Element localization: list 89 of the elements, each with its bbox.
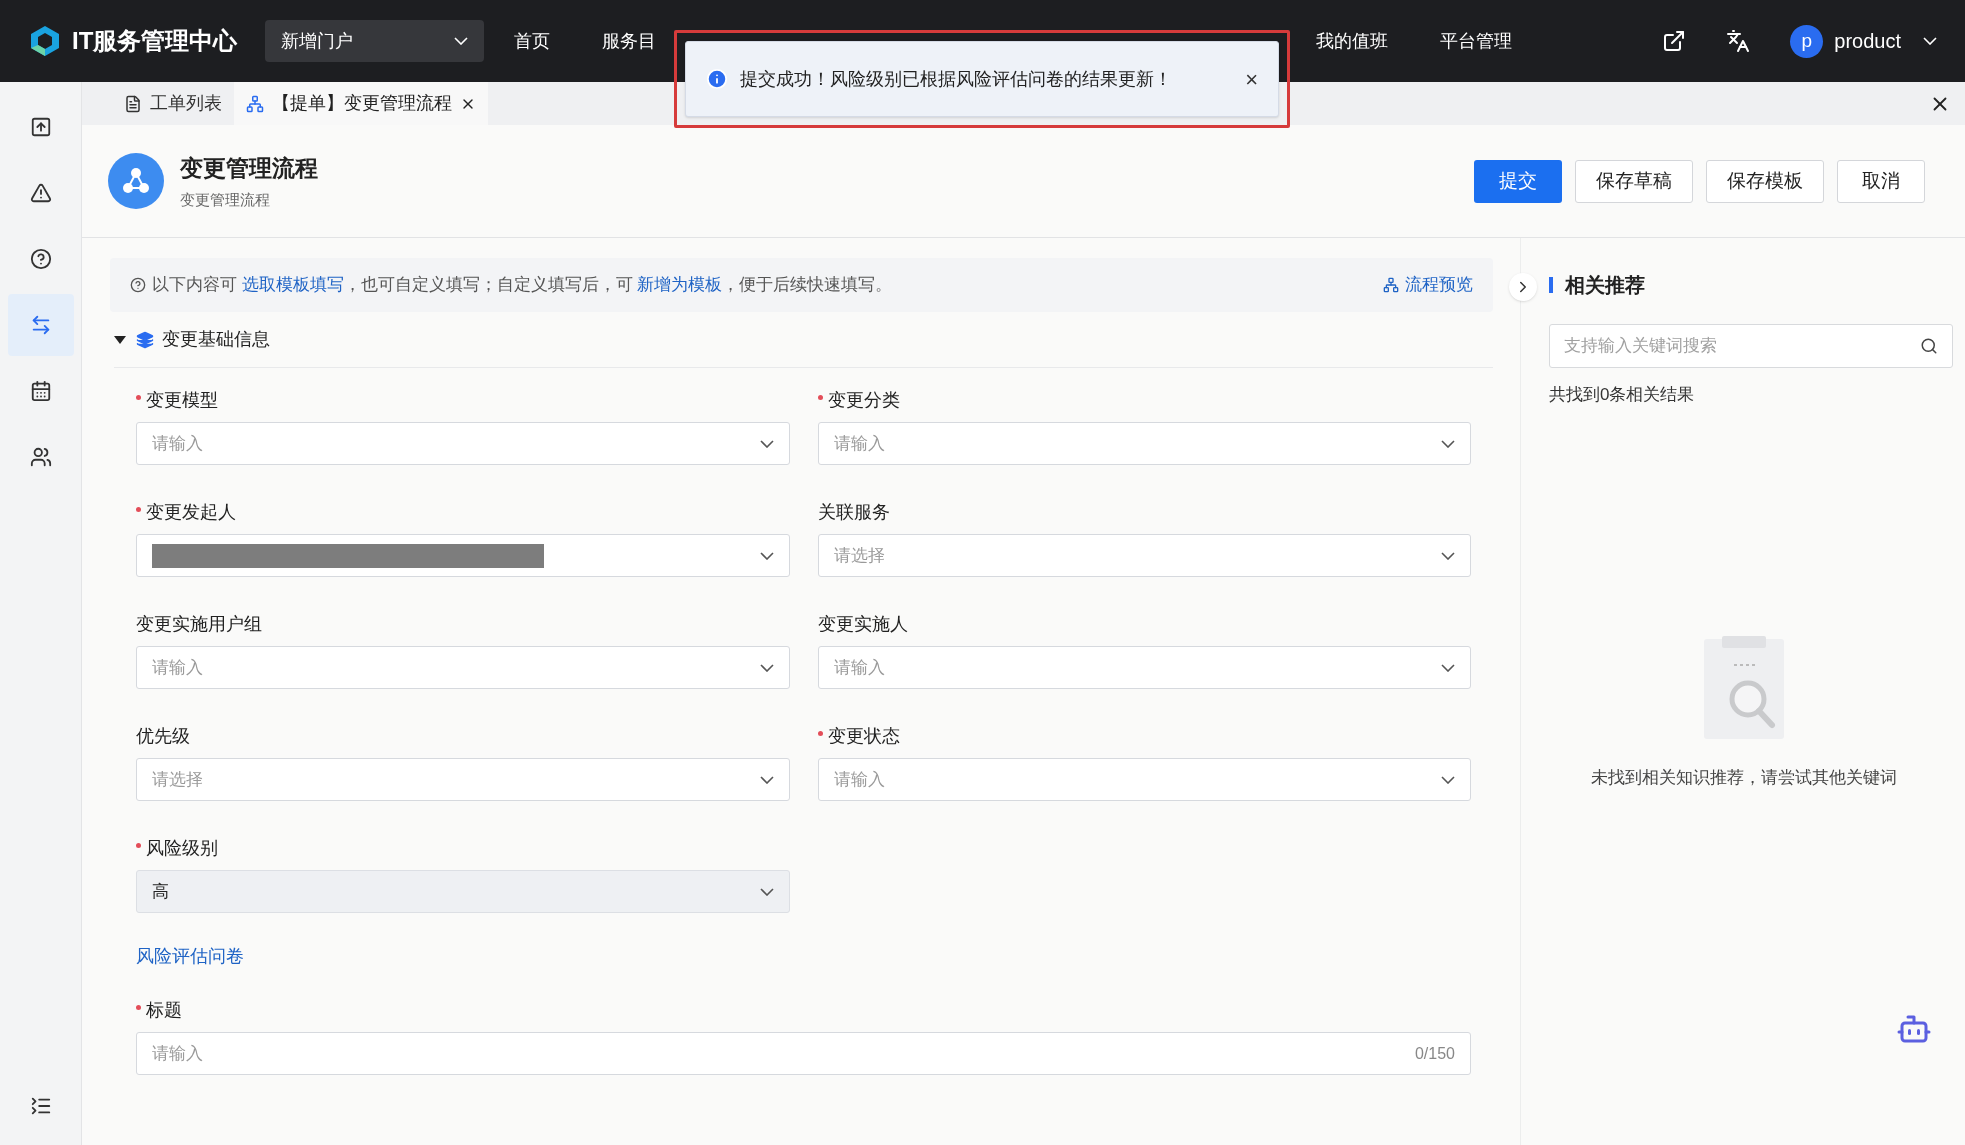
flow-icon bbox=[1383, 277, 1399, 293]
preview-link[interactable]: 流程预览 bbox=[1383, 272, 1473, 298]
calendar-icon bbox=[29, 380, 52, 402]
template-link[interactable]: 选取模板填写 bbox=[241, 275, 344, 295]
questionnaire-link[interactable]: 风险评估问卷 bbox=[136, 946, 244, 966]
page-subtitle: 变更管理流程 bbox=[180, 190, 271, 210]
action-button[interactable]: 提交 bbox=[1474, 159, 1562, 203]
close-button[interactable]: × bbox=[1245, 62, 1258, 96]
select-field[interactable]: 请输入 bbox=[817, 646, 1471, 689]
chevron-down-icon bbox=[759, 775, 774, 784]
user-avatar[interactable]: p bbox=[1790, 24, 1824, 58]
char-counter: 0/150 bbox=[1414, 1043, 1455, 1064]
action-button[interactable]: 保存模板 bbox=[1706, 159, 1824, 203]
select-field[interactable]: 请选择 bbox=[817, 534, 1471, 577]
field-label: 关联服务 bbox=[817, 500, 890, 524]
external-link-icon[interactable] bbox=[1662, 29, 1687, 53]
chevron-down-icon bbox=[759, 663, 774, 672]
help-icon bbox=[130, 277, 146, 293]
field-label: 变更分类 bbox=[827, 388, 900, 412]
select-field[interactable]: 高 bbox=[136, 870, 790, 913]
chevron-down-icon bbox=[1441, 551, 1455, 560]
search-placeholder: 支持输入关键词搜索 bbox=[1564, 335, 1717, 358]
users-icon bbox=[29, 446, 52, 468]
result-count: 共找到0条相关结果 bbox=[1549, 384, 1696, 406]
select-field[interactable] bbox=[136, 534, 790, 577]
field-label: 优先级 bbox=[136, 724, 190, 748]
document-icon bbox=[124, 94, 142, 113]
info-icon bbox=[706, 68, 728, 90]
logo-icon bbox=[28, 24, 62, 58]
field-value: 请输入 bbox=[833, 656, 885, 679]
field-label: 变更实施人 bbox=[817, 612, 908, 636]
field-label: 标题 bbox=[146, 998, 182, 1022]
field-value: 请选择 bbox=[833, 544, 885, 567]
nav-item[interactable]: 服务目 bbox=[602, 27, 657, 55]
select-field[interactable]: 请输入 bbox=[817, 422, 1471, 465]
user-name[interactable]: product bbox=[1834, 26, 1901, 56]
empty-message: 未找到相关知识推荐，请尝试其他关键词 bbox=[1591, 766, 1897, 789]
chevron-down-icon bbox=[759, 439, 774, 448]
collapse-icon[interactable] bbox=[29, 1095, 52, 1117]
share-nodes-icon bbox=[121, 166, 151, 196]
field-value: 请选择 bbox=[152, 768, 203, 791]
input-field[interactable]: 请输入 0/150 bbox=[136, 1032, 1471, 1075]
section-title: 变更基础信息 bbox=[162, 328, 270, 351]
select-field[interactable]: 请输入 bbox=[817, 758, 1471, 801]
layers-icon bbox=[136, 330, 154, 349]
app-title: IT服务管理中心 bbox=[72, 26, 238, 56]
nav-item[interactable]: 平台管理 bbox=[1440, 27, 1513, 55]
field-value: 请输入 bbox=[152, 432, 203, 455]
field-label: 风险级别 bbox=[146, 836, 218, 860]
chevron-down-icon bbox=[1441, 439, 1455, 448]
search-icon[interactable] bbox=[1920, 337, 1938, 355]
field-value: 请输入 bbox=[152, 656, 203, 679]
tab[interactable]: 工单列表 bbox=[112, 82, 234, 125]
field-placeholder: 请输入 bbox=[152, 1042, 203, 1065]
help-icon bbox=[29, 248, 52, 270]
flow-icon bbox=[246, 94, 264, 113]
chevron-down-icon bbox=[1441, 775, 1455, 784]
chevron-down-icon bbox=[759, 887, 774, 896]
field-value: 高 bbox=[152, 880, 169, 903]
chevron-down-icon bbox=[1923, 37, 1937, 45]
action-button[interactable]: 保存草稿 bbox=[1575, 159, 1693, 203]
tab[interactable]: 【提单】变更管理流程 bbox=[234, 82, 488, 125]
field-label: 变更模型 bbox=[146, 388, 218, 412]
panel-title: 相关推荐 bbox=[1565, 273, 1645, 298]
action-button[interactable]: 取消 bbox=[1837, 159, 1925, 203]
field-label: 变更发起人 bbox=[146, 500, 236, 524]
chevron-down-icon bbox=[454, 37, 469, 45]
translate-icon[interactable] bbox=[1726, 29, 1751, 53]
hint-text: 以下内容可 选取模板填写，也可自定义填写；自定义填写后，可 新增为模板，便于后续快速填写。 bbox=[152, 274, 893, 297]
caret-icon[interactable] bbox=[114, 335, 126, 344]
field-label: 变更实施用户组 bbox=[136, 612, 262, 636]
template-link[interactable]: 新增为模板 bbox=[637, 275, 723, 295]
upload-icon bbox=[29, 116, 52, 138]
portal-select[interactable]: 新增门户 bbox=[265, 20, 485, 62]
select-field[interactable]: 请选择 bbox=[136, 758, 790, 801]
expand-button[interactable] bbox=[1509, 273, 1537, 301]
field-value: 请输入 bbox=[833, 768, 885, 791]
nav-item[interactable]: 首页 bbox=[514, 27, 551, 55]
select-field[interactable]: 请输入 bbox=[136, 422, 790, 465]
accent-bar bbox=[1549, 277, 1553, 293]
nav-item[interactable]: 我的值班 bbox=[1316, 27, 1389, 55]
select-field[interactable]: 请输入 bbox=[136, 646, 790, 689]
toast-message: 提交成功！风险级别已根据风险评估问卷的结果更新！ bbox=[740, 67, 1173, 91]
field-label: 变更状态 bbox=[827, 724, 900, 748]
chevron-down-icon bbox=[759, 551, 774, 560]
warning-icon bbox=[29, 182, 52, 204]
chevron-down-icon bbox=[1441, 663, 1455, 672]
field-value: 请输入 bbox=[833, 432, 885, 455]
page-title: 变更管理流程 bbox=[180, 153, 318, 183]
